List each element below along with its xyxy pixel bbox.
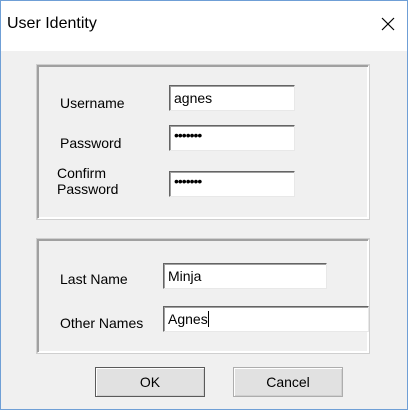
other-names-input[interactable]: Agnes <box>163 306 369 332</box>
last-name-input[interactable]: Minja <box>163 263 327 289</box>
username-label: Username <box>60 95 125 111</box>
cancel-button[interactable]: Cancel <box>233 367 343 397</box>
close-icon <box>381 17 395 31</box>
confirm-password-input[interactable]: ••••••• <box>169 171 295 197</box>
close-button[interactable] <box>371 9 405 39</box>
username-input[interactable]: agnes <box>169 85 295 111</box>
confirm-label-line1: Confirm <box>57 165 107 181</box>
confirm-label-line2: Password <box>57 181 119 197</box>
other-names-label: Other Names <box>60 315 144 331</box>
password-label: Password <box>60 135 122 151</box>
password-input[interactable]: ••••••• <box>169 125 295 151</box>
names-group <box>36 238 370 354</box>
ok-button[interactable]: OK <box>95 367 205 397</box>
text-caret <box>207 311 209 327</box>
other-names-value: Agnes <box>168 311 208 327</box>
dialog-title: User Identity <box>7 15 97 32</box>
last-name-label: Last Name <box>60 271 128 287</box>
user-identity-dialog: User Identity Username agnes Password ••… <box>0 0 408 410</box>
title-bar: User Identity <box>1 1 407 51</box>
